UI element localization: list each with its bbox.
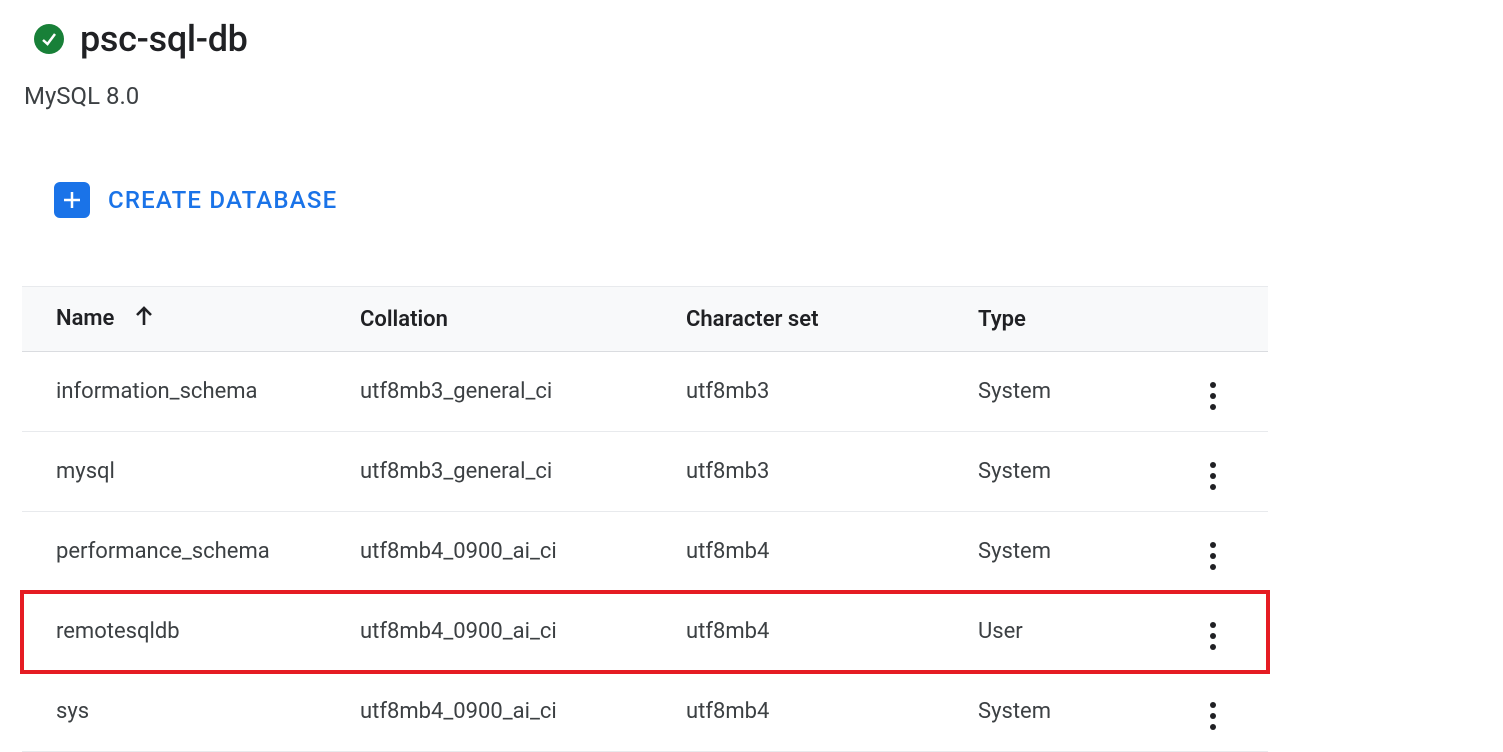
- column-charset[interactable]: Character set: [686, 287, 978, 352]
- cell-charset: utf8mb4: [686, 512, 978, 592]
- column-charset-label: Character set: [686, 307, 818, 332]
- cell-name: information_schema: [22, 352, 360, 432]
- cell-charset: utf8mb3: [686, 432, 978, 512]
- instance-title: psc-sql-db: [80, 18, 248, 60]
- table-row: remotesqldbutf8mb4_0900_ai_ciutf8mb4User: [22, 592, 1268, 672]
- more-actions-icon[interactable]: [1206, 378, 1220, 414]
- plus-icon: [54, 182, 90, 218]
- cell-charset: utf8mb4: [686, 592, 978, 672]
- more-actions-icon[interactable]: [1206, 538, 1220, 574]
- create-database-button[interactable]: CREATE DATABASE: [54, 182, 1503, 218]
- cell-type: System: [978, 432, 1188, 512]
- cell-type: User: [978, 592, 1188, 672]
- cell-charset: utf8mb3: [686, 352, 978, 432]
- more-actions-icon[interactable]: [1206, 458, 1220, 494]
- cell-collation: utf8mb4_0900_ai_ci: [360, 512, 686, 592]
- cell-type: System: [978, 672, 1188, 752]
- db-version: MySQL 8.0: [24, 82, 1503, 110]
- cell-name: sys: [22, 672, 360, 752]
- column-collation[interactable]: Collation: [360, 287, 686, 352]
- column-name-label: Name: [56, 306, 114, 331]
- cell-name: remotesqldb: [22, 592, 360, 672]
- table-row: sysutf8mb4_0900_ai_ciutf8mb4System: [22, 672, 1268, 752]
- column-type[interactable]: Type: [978, 287, 1188, 352]
- table-row: mysqlutf8mb3_general_ciutf8mb3System: [22, 432, 1268, 512]
- table-row: information_schemautf8mb3_general_ciutf8…: [22, 352, 1268, 432]
- column-actions: [1188, 287, 1268, 352]
- cell-actions: [1188, 432, 1268, 512]
- table-header-row: Name Collation Character set Type: [22, 287, 1268, 352]
- cell-collation: utf8mb3_general_ci: [360, 352, 686, 432]
- instance-header: psc-sql-db: [34, 18, 1503, 60]
- cell-charset: utf8mb4: [686, 672, 978, 752]
- column-type-label: Type: [978, 307, 1026, 332]
- cell-collation: utf8mb4_0900_ai_ci: [360, 672, 686, 752]
- cell-name: performance_schema: [22, 512, 360, 592]
- table-row: performance_schemautf8mb4_0900_ai_ciutf8…: [22, 512, 1268, 592]
- cell-collation: utf8mb3_general_ci: [360, 432, 686, 512]
- column-collation-label: Collation: [360, 307, 448, 332]
- cell-type: System: [978, 352, 1188, 432]
- status-success-icon: [34, 24, 64, 54]
- cell-actions: [1188, 592, 1268, 672]
- cell-actions: [1188, 672, 1268, 752]
- cell-actions: [1188, 352, 1268, 432]
- more-actions-icon[interactable]: [1206, 618, 1220, 654]
- databases-table-wrap: Name Collation Character set Type: [22, 286, 1268, 752]
- cell-actions: [1188, 512, 1268, 592]
- cell-type: System: [978, 512, 1188, 592]
- column-name[interactable]: Name: [22, 287, 360, 352]
- create-database-label: CREATE DATABASE: [108, 186, 337, 214]
- sort-asc-icon: [134, 305, 154, 333]
- cell-collation: utf8mb4_0900_ai_ci: [360, 592, 686, 672]
- databases-table: Name Collation Character set Type: [22, 286, 1268, 752]
- cell-name: mysql: [22, 432, 360, 512]
